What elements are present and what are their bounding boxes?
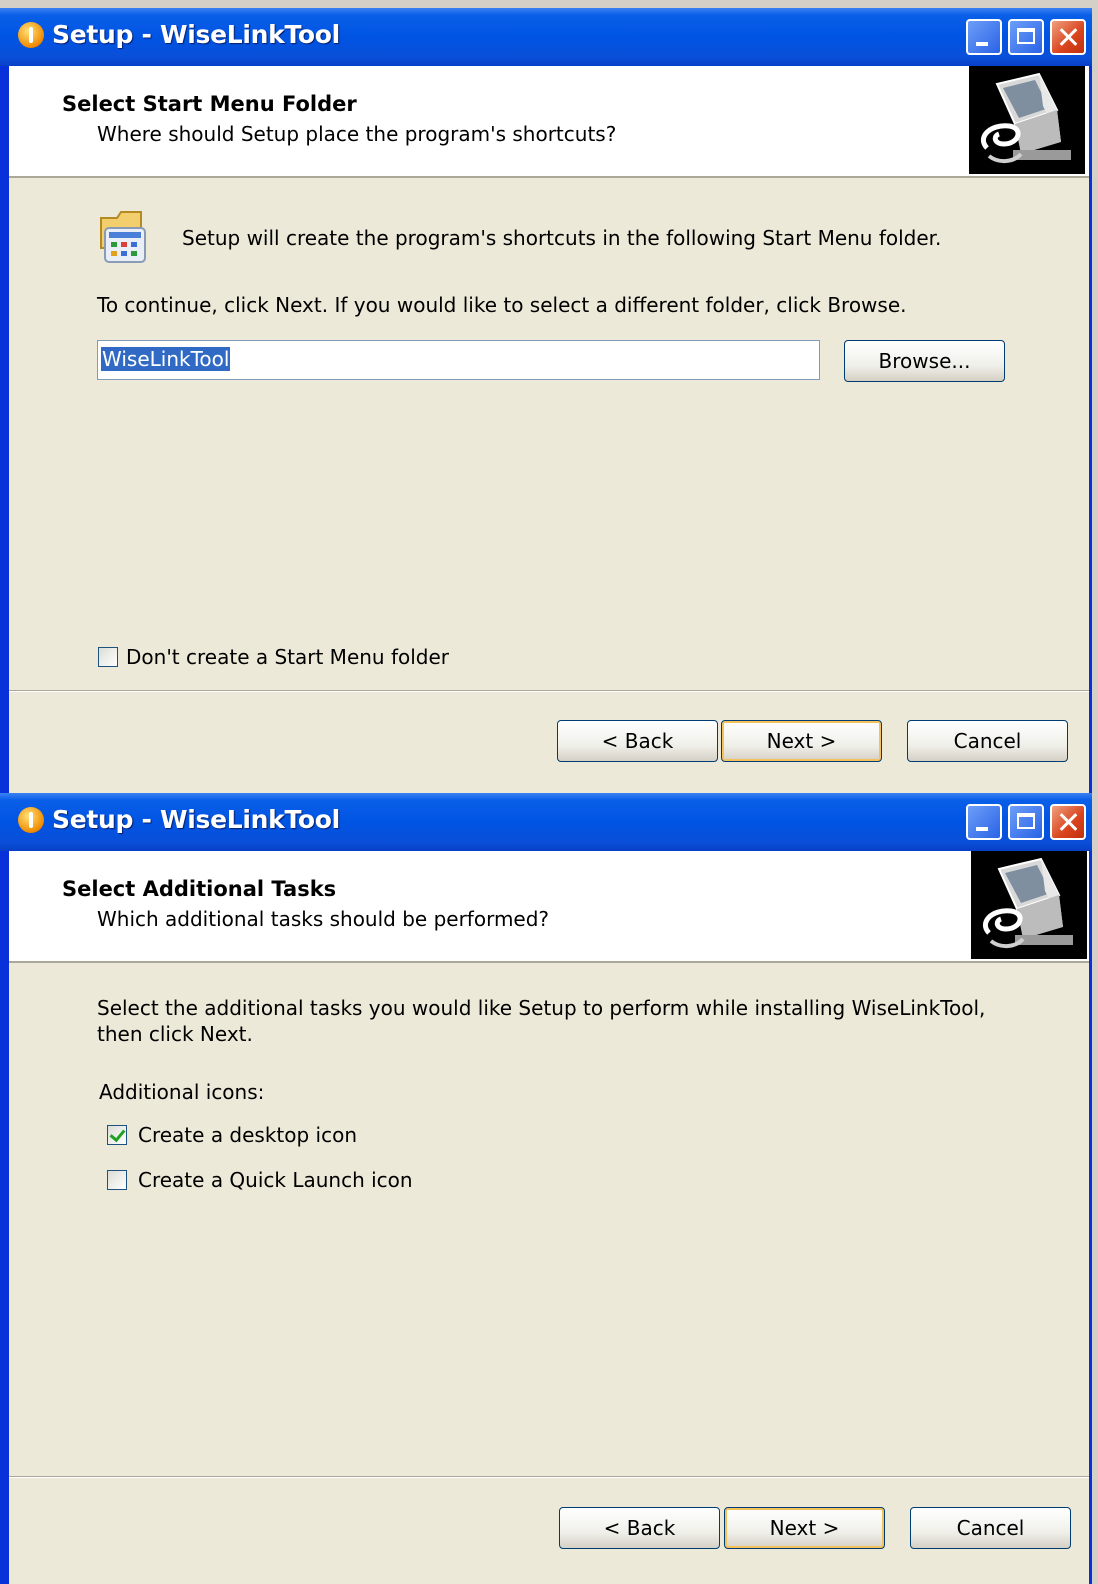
window-title: Setup - WiseLinkTool	[52, 20, 340, 49]
desktop-icon-label: Create a desktop icon	[138, 1123, 358, 1147]
minimize-button[interactable]	[966, 19, 1002, 55]
info-text: Setup will create the program's shortcut…	[182, 226, 942, 250]
button-separator	[9, 1476, 1089, 1478]
computer-wizard-icon	[971, 851, 1087, 959]
quick-launch-label: Create a Quick Launch icon	[138, 1168, 413, 1192]
page-subtitle: Which additional tasks should be perform…	[97, 907, 550, 931]
maximize-button[interactable]	[1008, 19, 1044, 55]
title-bar[interactable]: Setup - WiseLinkTool	[0, 8, 1092, 66]
quick-launch-checkbox[interactable]	[107, 1170, 127, 1190]
next-button[interactable]: Next >	[724, 1507, 885, 1549]
close-button[interactable]	[1050, 804, 1086, 840]
window-title: Setup - WiseLinkTool	[52, 805, 340, 834]
folder-input-value: WiseLinkTool	[101, 347, 231, 371]
page-subtitle: Where should Setup place the program's s…	[97, 122, 617, 146]
page-title: Select Start Menu Folder	[62, 92, 357, 116]
browse-button[interactable]: Browse...	[844, 340, 1005, 382]
setup-icon	[18, 807, 44, 833]
cancel-button[interactable]: Cancel	[910, 1507, 1071, 1549]
start-menu-folder-icon	[100, 211, 146, 263]
computer-wizard-icon	[969, 66, 1085, 174]
setup-window-additional-tasks: Setup - WiseLinkTool Select Additional T…	[0, 793, 1092, 1584]
back-button[interactable]: < Back	[557, 720, 718, 762]
maximize-button[interactable]	[1008, 804, 1044, 840]
setup-window-start-menu: Setup - WiseLinkTool Select Start Menu F…	[0, 8, 1092, 793]
page-title: Select Additional Tasks	[62, 877, 337, 901]
additional-icons-label: Additional icons:	[99, 1080, 265, 1104]
wizard-header: Select Start Menu Folder Where should Se…	[9, 66, 1089, 178]
back-button[interactable]: < Back	[559, 1507, 720, 1549]
setup-icon	[18, 22, 44, 48]
close-button[interactable]	[1050, 19, 1086, 55]
instruction-text: To continue, click Next. If you would li…	[97, 293, 907, 317]
folder-input[interactable]: WiseLinkTool	[97, 340, 820, 380]
button-separator	[9, 690, 1089, 692]
next-button[interactable]: Next >	[721, 720, 882, 762]
title-bar[interactable]: Setup - WiseLinkTool	[0, 793, 1092, 851]
minimize-button[interactable]	[966, 804, 1002, 840]
no-folder-checkbox[interactable]	[98, 647, 118, 667]
wizard-header: Select Additional Tasks Which additional…	[9, 851, 1089, 963]
info-text-line1: Select the additional tasks you would li…	[97, 996, 986, 1020]
info-text-line2: then click Next.	[97, 1022, 253, 1046]
no-folder-label: Don't create a Start Menu folder	[126, 645, 450, 669]
desktop-icon-checkbox[interactable]	[107, 1125, 127, 1145]
cancel-button[interactable]: Cancel	[907, 720, 1068, 762]
